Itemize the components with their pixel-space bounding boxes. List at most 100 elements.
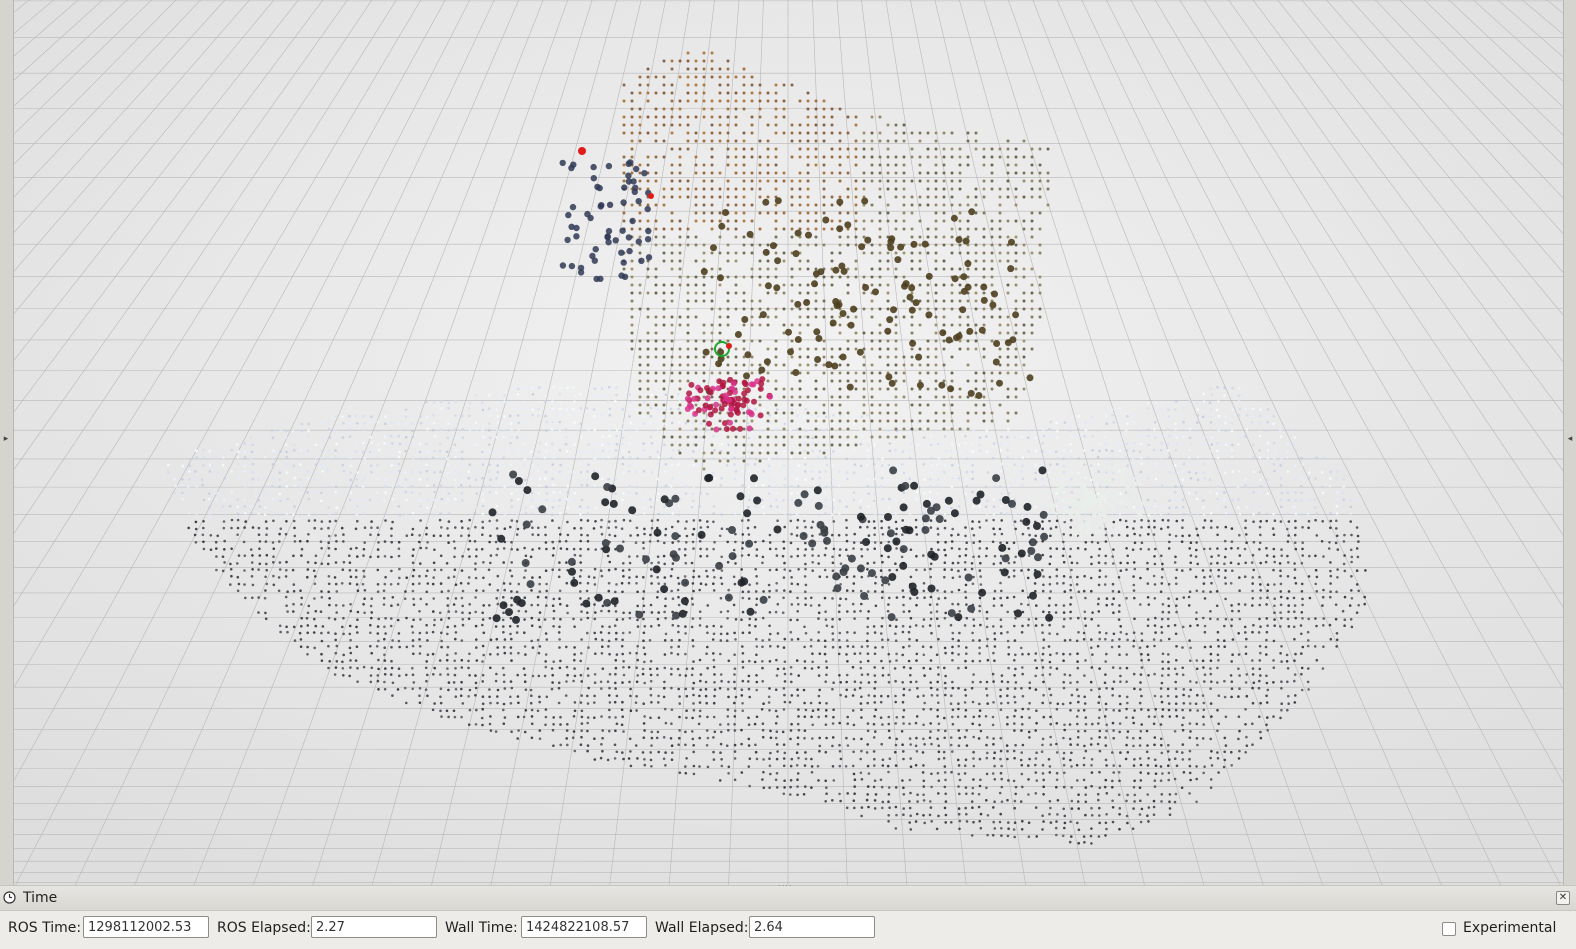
cloud-point	[419, 562, 422, 565]
cloud-point	[1294, 527, 1297, 530]
cloud-point	[756, 645, 759, 648]
cloud-point	[397, 583, 400, 586]
cloud-point	[1153, 520, 1156, 523]
cloud-point	[573, 625, 576, 628]
cloud-point	[742, 597, 745, 600]
cloud-point	[307, 612, 310, 615]
cloud-point	[194, 534, 197, 537]
cloud-point	[1246, 673, 1249, 676]
cloud-point	[1028, 618, 1031, 621]
cloud-point	[965, 709, 968, 712]
cloud-point	[440, 582, 443, 585]
cloud-point	[1027, 450, 1030, 453]
cloud-point	[419, 500, 422, 503]
cloud-point	[853, 491, 856, 494]
cloud-point	[1217, 654, 1220, 657]
cloud-point	[930, 548, 933, 551]
cloud-point	[412, 562, 415, 565]
cloud-point	[845, 695, 848, 698]
cloud-point	[328, 660, 331, 663]
cloud-point	[1287, 667, 1290, 670]
cloud-point	[1328, 541, 1331, 544]
3d-render-viewport[interactable]: ▸ ◂	[0, 0, 1576, 885]
cloud-point	[1007, 442, 1010, 445]
cloud-point	[1105, 703, 1108, 706]
cloud-point	[369, 632, 372, 635]
cloud-point	[1300, 491, 1303, 494]
cloud-point	[1098, 667, 1101, 670]
cloud-point	[469, 402, 472, 405]
cloud-point	[334, 632, 337, 635]
cloud-point	[986, 450, 989, 453]
cloud-point	[643, 528, 646, 531]
cloud-point	[1027, 577, 1030, 580]
cloud-point	[888, 526, 891, 529]
cloud-point	[1272, 569, 1275, 572]
cloud-point	[1125, 653, 1128, 656]
cloud-point	[405, 513, 408, 516]
cloud-point	[469, 689, 472, 692]
cloud-point	[426, 513, 429, 516]
cloud-point	[1267, 442, 1270, 445]
cloud-point	[978, 639, 981, 642]
cloud-point	[1295, 499, 1298, 502]
cloud-point	[964, 715, 967, 718]
cloud-point	[1069, 702, 1072, 705]
cloud-point	[845, 598, 848, 601]
cloud-point	[693, 682, 696, 685]
cloud-point	[1266, 631, 1269, 634]
cloud-point	[572, 471, 575, 474]
cloud-point	[665, 393, 668, 396]
cloud-point	[901, 519, 904, 522]
cloud-point	[1258, 715, 1261, 718]
cloud-point	[1350, 589, 1353, 592]
cloud-point	[1202, 716, 1205, 719]
cloud-point	[1273, 561, 1276, 564]
cloud-point	[447, 646, 450, 649]
cloud-point	[376, 491, 379, 494]
cloud-point	[586, 534, 589, 537]
cloud-point	[922, 738, 925, 741]
cloud-point	[1091, 611, 1094, 614]
cloud-point	[1050, 743, 1053, 746]
cloud-point	[931, 694, 934, 697]
cloud-point	[608, 610, 611, 613]
cloud-point	[292, 456, 295, 459]
cloud-point	[1153, 673, 1156, 676]
cloud-point	[1148, 444, 1151, 447]
cloud-point	[1161, 631, 1164, 634]
cloud-point	[587, 646, 590, 649]
cloud-point	[615, 394, 618, 397]
cloud-point	[301, 430, 304, 433]
cloud-point	[497, 589, 500, 592]
cloud-point	[1294, 617, 1297, 620]
cloud-point	[1055, 611, 1058, 614]
cloud-point	[537, 464, 540, 467]
cloud-point	[398, 646, 401, 649]
cloud-point	[530, 589, 533, 592]
cloud-point	[356, 645, 359, 648]
point-cloud-scene[interactable]	[0, 0, 1576, 885]
cloud-point	[713, 458, 716, 461]
cloud-point	[761, 708, 764, 711]
cloud-point	[593, 701, 596, 704]
cloud-point	[404, 597, 407, 600]
cloud-point	[1125, 716, 1128, 719]
cloud-point	[594, 387, 597, 390]
cloud-point	[1014, 478, 1017, 481]
cloud-point	[1118, 618, 1121, 621]
cloud-point	[895, 625, 898, 628]
cloud-point	[545, 499, 548, 502]
cloud-point	[636, 619, 639, 622]
cloud-point	[642, 547, 645, 550]
cloud-point	[1069, 617, 1072, 620]
cloud-point	[567, 470, 570, 473]
cloud-point	[558, 499, 561, 502]
cloud-point	[1259, 562, 1262, 565]
cloud-point	[1091, 541, 1094, 544]
cloud-point	[1021, 723, 1024, 726]
cloud-point	[1232, 408, 1235, 411]
cloud-point	[1216, 450, 1219, 453]
cloud-point	[1056, 463, 1059, 466]
cloud-point	[672, 449, 675, 452]
